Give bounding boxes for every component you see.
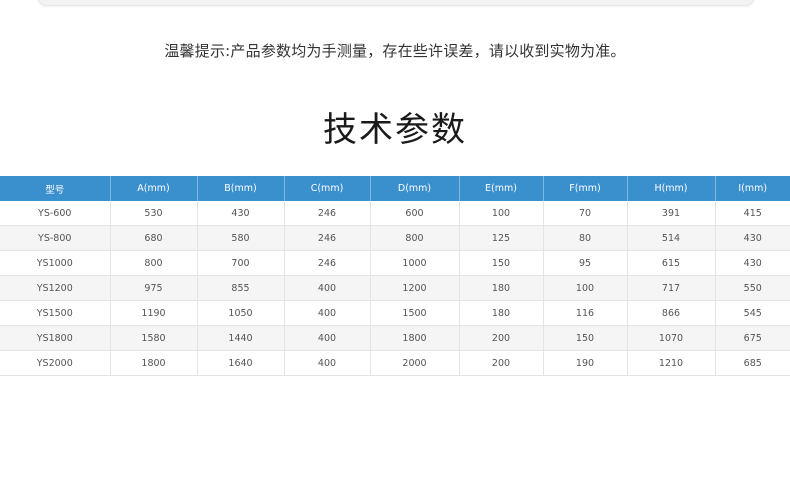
table-cell: YS1200 — [0, 275, 111, 301]
table-cell: 200 — [459, 325, 544, 351]
table-cell: 70 — [543, 201, 628, 226]
table-row: YS1800 1580 1440 400 1800 200 150 1070 6… — [0, 325, 790, 351]
table-cell: 150 — [543, 325, 628, 351]
header-b: B(mm) — [197, 176, 285, 201]
table-cell: 1070 — [627, 325, 716, 351]
table-cell: 1800 — [110, 350, 198, 376]
header-f: F(mm) — [543, 176, 628, 201]
notice-text: 温馨提示:产品参数均为手测量，存在些许误差，请以收到实物为准。 — [164, 42, 626, 60]
table-cell: 685 — [715, 350, 790, 376]
table-cell: 430 — [197, 201, 285, 226]
table-header-row: 型号 A(mm) B(mm) C(mm) D(mm) E(mm) F(mm) H… — [0, 176, 790, 201]
table-cell: 600 — [370, 201, 460, 226]
table-cell: 700 — [197, 250, 285, 276]
table-cell: 1190 — [110, 300, 198, 326]
table-row: YS1200 975 855 400 1200 180 100 717 550 — [0, 275, 790, 301]
header-model: 型号 — [0, 176, 111, 201]
page-title: 技术参数 — [323, 110, 467, 150]
table-row: YS1500 1190 1050 400 1500 180 116 866 54… — [0, 300, 790, 326]
table-cell: 80 — [543, 225, 628, 251]
table-cell: 1050 — [197, 300, 285, 326]
spec-table: 型号 A(mm) B(mm) C(mm) D(mm) E(mm) F(mm) H… — [0, 176, 790, 376]
table-cell: YS-600 — [0, 201, 111, 226]
table-cell: 580 — [197, 225, 285, 251]
table-cell: 116 — [543, 300, 628, 326]
table-cell: 200 — [459, 350, 544, 376]
table-cell: 514 — [627, 225, 716, 251]
table-cell: 680 — [110, 225, 198, 251]
table-cell: 675 — [715, 325, 790, 351]
table-cell: 415 — [715, 201, 790, 226]
table-row: YS1000 800 700 246 1000 150 95 615 430 — [0, 250, 790, 276]
table-cell: 400 — [284, 325, 371, 351]
table-cell: 1210 — [627, 350, 716, 376]
top-tab-bar — [37, 0, 755, 6]
table-cell: YS-800 — [0, 225, 111, 251]
header-c: C(mm) — [284, 176, 371, 201]
table-cell: 180 — [459, 300, 544, 326]
table-cell: YS1800 — [0, 325, 111, 351]
table-cell: 400 — [284, 300, 371, 326]
table-cell: 975 — [110, 275, 198, 301]
table-cell: 400 — [284, 275, 371, 301]
table-cell: 400 — [284, 350, 371, 376]
table-cell: 180 — [459, 275, 544, 301]
table-cell: 866 — [627, 300, 716, 326]
table-cell: 1580 — [110, 325, 198, 351]
table-cell: 530 — [110, 201, 198, 226]
table-cell: 391 — [627, 201, 716, 226]
table-cell: 717 — [627, 275, 716, 301]
table-cell: 95 — [543, 250, 628, 276]
table-cell: 800 — [110, 250, 198, 276]
table-cell: 246 — [284, 201, 371, 226]
table-cell: YS1000 — [0, 250, 111, 276]
table-cell: 100 — [543, 275, 628, 301]
table-cell: 1000 — [370, 250, 460, 276]
header-h: H(mm) — [627, 176, 716, 201]
table-cell: YS1500 — [0, 300, 111, 326]
header-d: D(mm) — [370, 176, 460, 201]
table-cell: 800 — [370, 225, 460, 251]
table-cell: 1440 — [197, 325, 285, 351]
header-e: E(mm) — [459, 176, 544, 201]
table-cell: YS2000 — [0, 350, 111, 376]
table-row: YS-800 680 580 246 800 125 80 514 430 — [0, 225, 790, 251]
table-cell: 1500 — [370, 300, 460, 326]
table-cell: 246 — [284, 225, 371, 251]
table-cell: 150 — [459, 250, 544, 276]
table-row: YS2000 1800 1640 400 2000 200 190 1210 6… — [0, 350, 790, 376]
table-cell: 246 — [284, 250, 371, 276]
table-cell: 190 — [543, 350, 628, 376]
table-cell: 430 — [715, 225, 790, 251]
table-cell: 125 — [459, 225, 544, 251]
table-cell: 1640 — [197, 350, 285, 376]
table-cell: 1800 — [370, 325, 460, 351]
table-cell: 855 — [197, 275, 285, 301]
table-cell: 545 — [715, 300, 790, 326]
table-cell: 615 — [627, 250, 716, 276]
table-cell: 550 — [715, 275, 790, 301]
table-cell: 430 — [715, 250, 790, 276]
header-a: A(mm) — [110, 176, 198, 201]
table-cell: 100 — [459, 201, 544, 226]
table-cell: 1200 — [370, 275, 460, 301]
header-i: I(mm) — [715, 176, 790, 201]
table-row: YS-600 530 430 246 600 100 70 391 415 — [0, 201, 790, 226]
table-cell: 2000 — [370, 350, 460, 376]
